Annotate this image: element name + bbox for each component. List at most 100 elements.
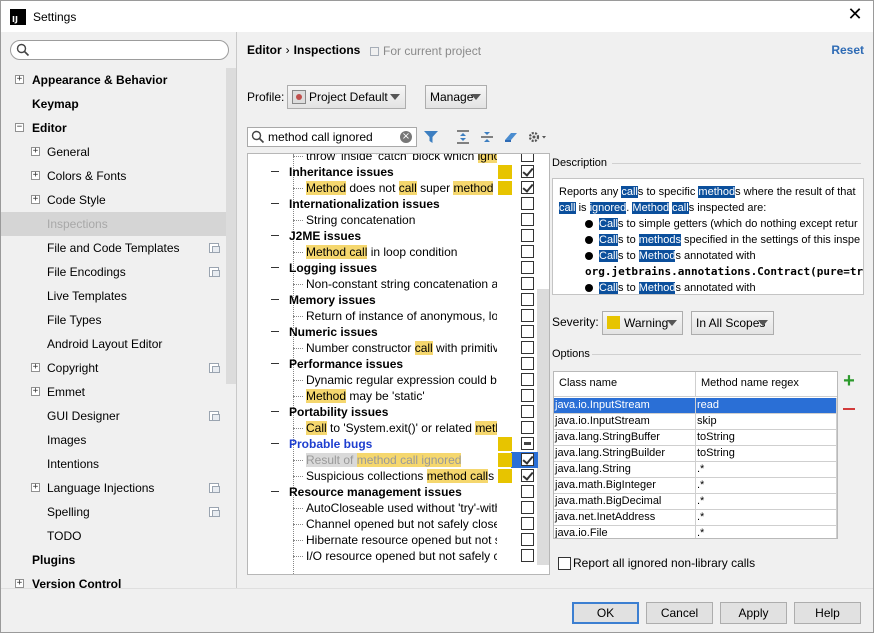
- gear-icon[interactable]: [526, 128, 548, 146]
- sidebar-item-intentions[interactable]: Intentions: [1, 452, 226, 476]
- inspection-group-row[interactable]: Memory issues: [248, 292, 538, 308]
- inspection-enabled-checkbox[interactable]: [521, 261, 534, 274]
- method-regex-cell[interactable]: skip: [697, 414, 717, 429]
- sidebar-item-spelling[interactable]: Spelling: [1, 500, 226, 524]
- sidebar-item-file-encodings[interactable]: File Encodings: [1, 260, 226, 284]
- reset-link[interactable]: Reset: [831, 43, 864, 57]
- table-row[interactable]: java.math.BigInteger .*: [554, 478, 837, 494]
- inspection-row[interactable]: Call to 'System.exit()' or related metho…: [248, 420, 538, 436]
- sidebar-item-editor[interactable]: − Editor: [1, 116, 226, 140]
- report-non-library-checkbox[interactable]: [558, 557, 571, 570]
- inspection-enabled-checkbox[interactable]: [521, 549, 534, 562]
- collapse-icon[interactable]: [271, 235, 279, 244]
- table-row[interactable]: java.lang.StringBuffer toString: [554, 430, 837, 446]
- profile-select[interactable]: Project Default: [287, 85, 406, 109]
- expand-icon[interactable]: +: [31, 171, 40, 180]
- collapse-all-icon[interactable]: [478, 128, 496, 146]
- collapse-icon[interactable]: [271, 203, 279, 212]
- inspection-row[interactable]: Method call in loop condition: [248, 244, 538, 260]
- sidebar-item-version-control[interactable]: + Version Control: [1, 572, 226, 588]
- expand-all-icon[interactable]: [454, 128, 472, 146]
- expand-icon[interactable]: +: [31, 147, 40, 156]
- inspection-group-row[interactable]: Numeric issues: [248, 324, 538, 340]
- manage-button[interactable]: Manage: [425, 85, 487, 109]
- class-name-cell[interactable]: java.io.InputStream: [555, 398, 650, 413]
- inspection-row[interactable]: AutoCloseable used without 'try'-with-re: [248, 500, 538, 516]
- inspection-enabled-checkbox[interactable]: [521, 357, 534, 370]
- class-name-column-header[interactable]: Class name: [559, 377, 617, 389]
- inspection-enabled-checkbox[interactable]: [521, 517, 534, 530]
- expand-icon[interactable]: +: [15, 579, 24, 588]
- inspection-group-row[interactable]: J2ME issues: [248, 228, 538, 244]
- inspection-row[interactable]: Return of instance of anonymous, local: [248, 308, 538, 324]
- inspection-filter-input[interactable]: method call ignored ×: [247, 127, 417, 147]
- class-name-cell[interactable]: java.io.File: [555, 526, 608, 538]
- sidebar-item-file-and-code-templates[interactable]: File and Code Templates: [1, 236, 226, 260]
- collapse-icon[interactable]: [271, 171, 279, 180]
- collapse-icon[interactable]: [271, 491, 279, 500]
- apply-button[interactable]: Apply: [720, 602, 787, 624]
- method-regex-cell[interactable]: toString: [697, 446, 735, 461]
- inspection-enabled-checkbox[interactable]: [521, 197, 534, 210]
- expand-icon[interactable]: +: [15, 75, 24, 84]
- inspection-tree-scrollbar[interactable]: [537, 289, 549, 565]
- sidebar-item-copyright[interactable]: + Copyright: [1, 356, 226, 380]
- inspection-row[interactable]: I/O resource opened but not safely clos: [248, 548, 538, 564]
- sidebar-item-general[interactable]: + General: [1, 140, 226, 164]
- expand-icon[interactable]: +: [31, 483, 40, 492]
- collapse-icon[interactable]: [271, 331, 279, 340]
- method-regex-cell[interactable]: .*: [697, 510, 704, 525]
- help-button[interactable]: Help: [794, 602, 861, 624]
- inspection-group-row[interactable]: Performance issues: [248, 356, 538, 372]
- class-name-cell[interactable]: java.io.InputStream: [555, 414, 650, 429]
- close-window-button[interactable]: ✕: [847, 6, 863, 24]
- class-name-cell[interactable]: java.lang.StringBuffer: [555, 430, 660, 445]
- method-regex-cell[interactable]: .*: [697, 526, 704, 538]
- inspection-row[interactable]: Suspicious collections method calls: [248, 468, 538, 484]
- inspection-enabled-checkbox[interactable]: [521, 293, 534, 306]
- collapse-icon[interactable]: [271, 299, 279, 308]
- inspection-row[interactable]: String concatenation: [248, 212, 538, 228]
- sidebar-item-plugins[interactable]: Plugins: [1, 548, 226, 572]
- inspection-enabled-checkbox[interactable]: [521, 421, 534, 434]
- inspection-enabled-checkbox[interactable]: [521, 154, 534, 162]
- sidebar-item-todo[interactable]: TODO: [1, 524, 226, 548]
- inspection-group-row[interactable]: Resource management issues: [248, 484, 538, 500]
- inspection-group-row[interactable]: Probable bugs: [248, 436, 538, 452]
- ok-button[interactable]: OK: [572, 602, 639, 624]
- method-regex-cell[interactable]: .*: [697, 462, 704, 477]
- inspection-enabled-checkbox[interactable]: [521, 325, 534, 338]
- inspection-enabled-checkbox[interactable]: [521, 469, 534, 482]
- class-name-cell[interactable]: java.lang.StringBuilder: [555, 446, 665, 461]
- sidebar-item-android-layout-editor[interactable]: Android Layout Editor: [1, 332, 226, 356]
- method-regex-column-header[interactable]: Method name regex: [701, 377, 799, 389]
- inspection-enabled-checkbox[interactable]: [521, 437, 534, 450]
- table-row[interactable]: java.net.InetAddress .*: [554, 510, 837, 526]
- filter-icon[interactable]: [422, 128, 440, 146]
- inspection-enabled-checkbox[interactable]: [521, 309, 534, 322]
- collapse-icon[interactable]: [271, 411, 279, 420]
- inspection-enabled-checkbox[interactable]: [521, 341, 534, 354]
- table-row[interactable]: java.io.InputStream skip: [554, 414, 837, 430]
- class-name-cell[interactable]: java.math.BigInteger: [555, 478, 656, 493]
- method-regex-cell[interactable]: read: [697, 398, 719, 413]
- scope-select[interactable]: In All Scopes: [691, 311, 774, 335]
- inspection-row[interactable]: Result of method call ignored: [248, 452, 538, 468]
- inspection-row[interactable]: Method may be 'static': [248, 388, 538, 404]
- inspection-row[interactable]: Method does not call super method: [248, 180, 538, 196]
- method-regex-cell[interactable]: toString: [697, 430, 735, 445]
- sidebar-item-file-types[interactable]: File Types: [1, 308, 226, 332]
- sidebar-item-emmet[interactable]: + Emmet: [1, 380, 226, 404]
- expand-icon[interactable]: +: [31, 387, 40, 396]
- inspection-enabled-checkbox[interactable]: [521, 453, 534, 466]
- clear-filter-icon[interactable]: ×: [400, 131, 412, 143]
- class-name-cell[interactable]: java.net.InetAddress: [555, 510, 655, 525]
- sidebar-item-appearance-behavior[interactable]: + Appearance & Behavior: [1, 68, 226, 92]
- sidebar-item-colors-fonts[interactable]: + Colors & Fonts: [1, 164, 226, 188]
- column-divider[interactable]: [695, 372, 696, 397]
- inspection-enabled-checkbox[interactable]: [521, 485, 534, 498]
- sidebar-item-images[interactable]: Images: [1, 428, 226, 452]
- inspection-enabled-checkbox[interactable]: [521, 405, 534, 418]
- inspection-enabled-checkbox[interactable]: [521, 165, 534, 178]
- sidebar-item-code-style[interactable]: + Code Style: [1, 188, 226, 212]
